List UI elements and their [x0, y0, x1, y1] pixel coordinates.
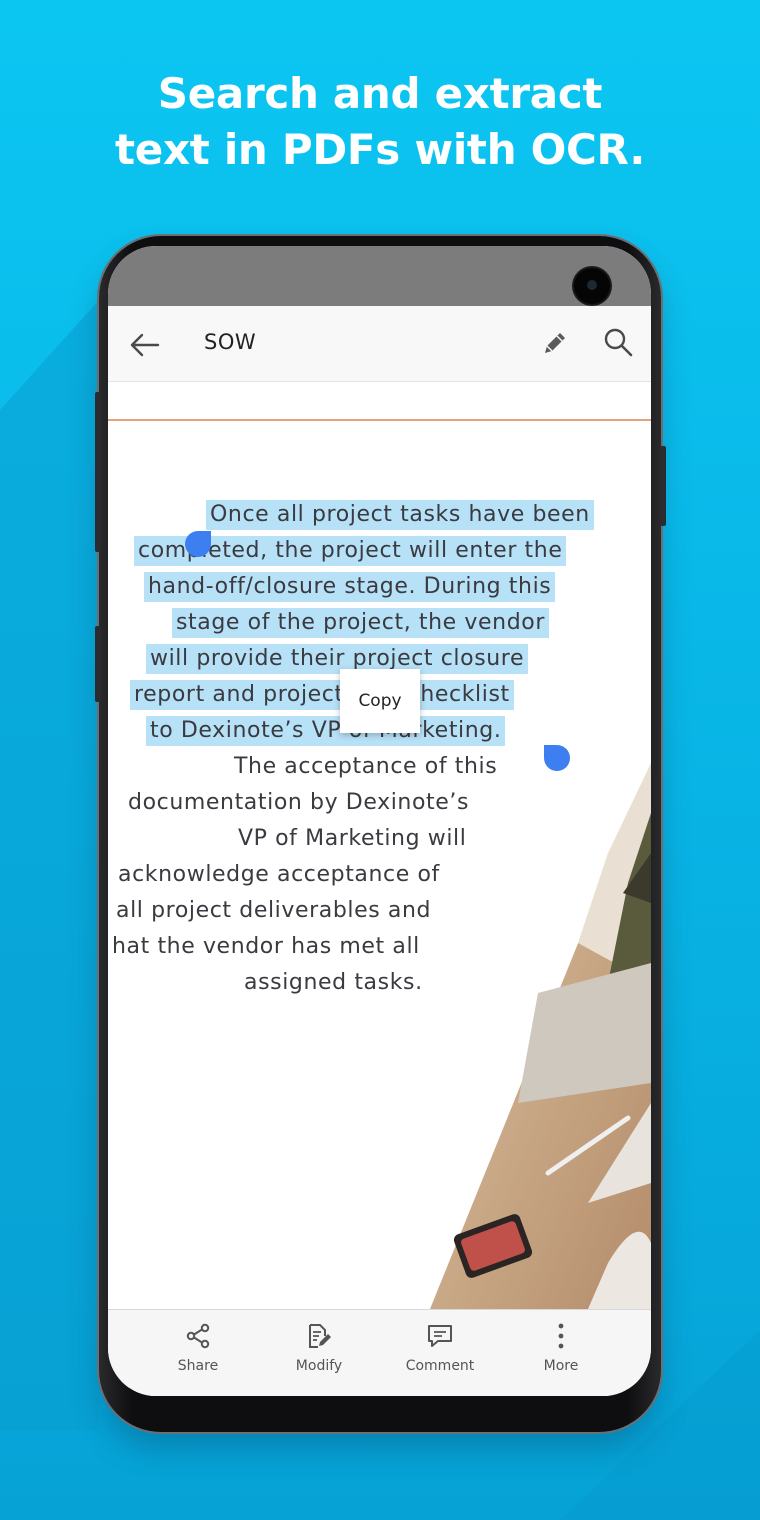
phone-screen: SOW Once all project tasks have been com…: [108, 246, 651, 1396]
pencil-icon[interactable]: [540, 328, 570, 358]
modify-button[interactable]: Modify: [269, 1322, 369, 1374]
share-button[interactable]: Share: [148, 1322, 248, 1374]
more-label: More: [543, 1358, 579, 1374]
selected-text-line[interactable]: to Dexinote’s VP of Marketing.: [146, 716, 506, 746]
phone-volume-button: [95, 392, 101, 552]
body-text-line: documentation by Dexinote’s: [128, 790, 470, 815]
app-bar: SOW: [108, 306, 651, 382]
search-icon[interactable]: [602, 326, 634, 358]
front-camera: [574, 268, 610, 304]
selection-end-handle[interactable]: [544, 745, 570, 771]
body-text-line: The acceptance of this: [234, 754, 498, 779]
document-title: SOW: [204, 330, 257, 354]
more-button[interactable]: More: [511, 1322, 611, 1374]
share-label: Share: [177, 1358, 219, 1374]
headline: Search and extract text in PDFs with OCR…: [0, 66, 760, 178]
body-text-line: VP of Marketing will: [238, 826, 467, 851]
selected-text-line[interactable]: will provide their project closure: [146, 644, 529, 674]
selected-text-line[interactable]: Once all project tasks have been: [206, 500, 594, 530]
phone-bixby-button: [95, 626, 101, 702]
selection-start-handle[interactable]: [185, 531, 211, 557]
pdf-page: Once all project tasks have been complet…: [108, 383, 651, 1309]
body-text-line: all project deliverables and: [116, 898, 432, 923]
comment-label: Comment: [405, 1358, 475, 1374]
edit-document-icon: [309, 1324, 331, 1348]
comment-button[interactable]: Comment: [390, 1322, 490, 1374]
headline-line-1: Search and extract: [157, 69, 603, 118]
body-text-line: hat the vendor has met all: [112, 934, 420, 959]
body-text-line: assigned tasks.: [244, 970, 423, 995]
selected-text-line[interactable]: hand-off/closure stage. During this: [144, 572, 556, 602]
bottom-toolbar: Share Modify Comment More: [108, 1309, 651, 1396]
selected-text-line[interactable]: stage of the project, the vendor: [172, 608, 549, 638]
phone-power-button: [660, 446, 666, 526]
headline-line-2: text in PDFs with OCR.: [114, 125, 646, 174]
arrow-left-icon[interactable]: [128, 328, 162, 362]
selected-text-line[interactable]: report and project task checklist: [130, 680, 514, 710]
body-text-line: acknowledge acceptance of: [118, 862, 440, 887]
comment-icon: [428, 1325, 452, 1347]
copy-button[interactable]: Copy: [340, 669, 420, 733]
more-vertical-icon: [558, 1323, 564, 1349]
share-icon: [186, 1323, 210, 1349]
status-bar: [108, 246, 651, 306]
modify-label: Modify: [295, 1358, 343, 1374]
